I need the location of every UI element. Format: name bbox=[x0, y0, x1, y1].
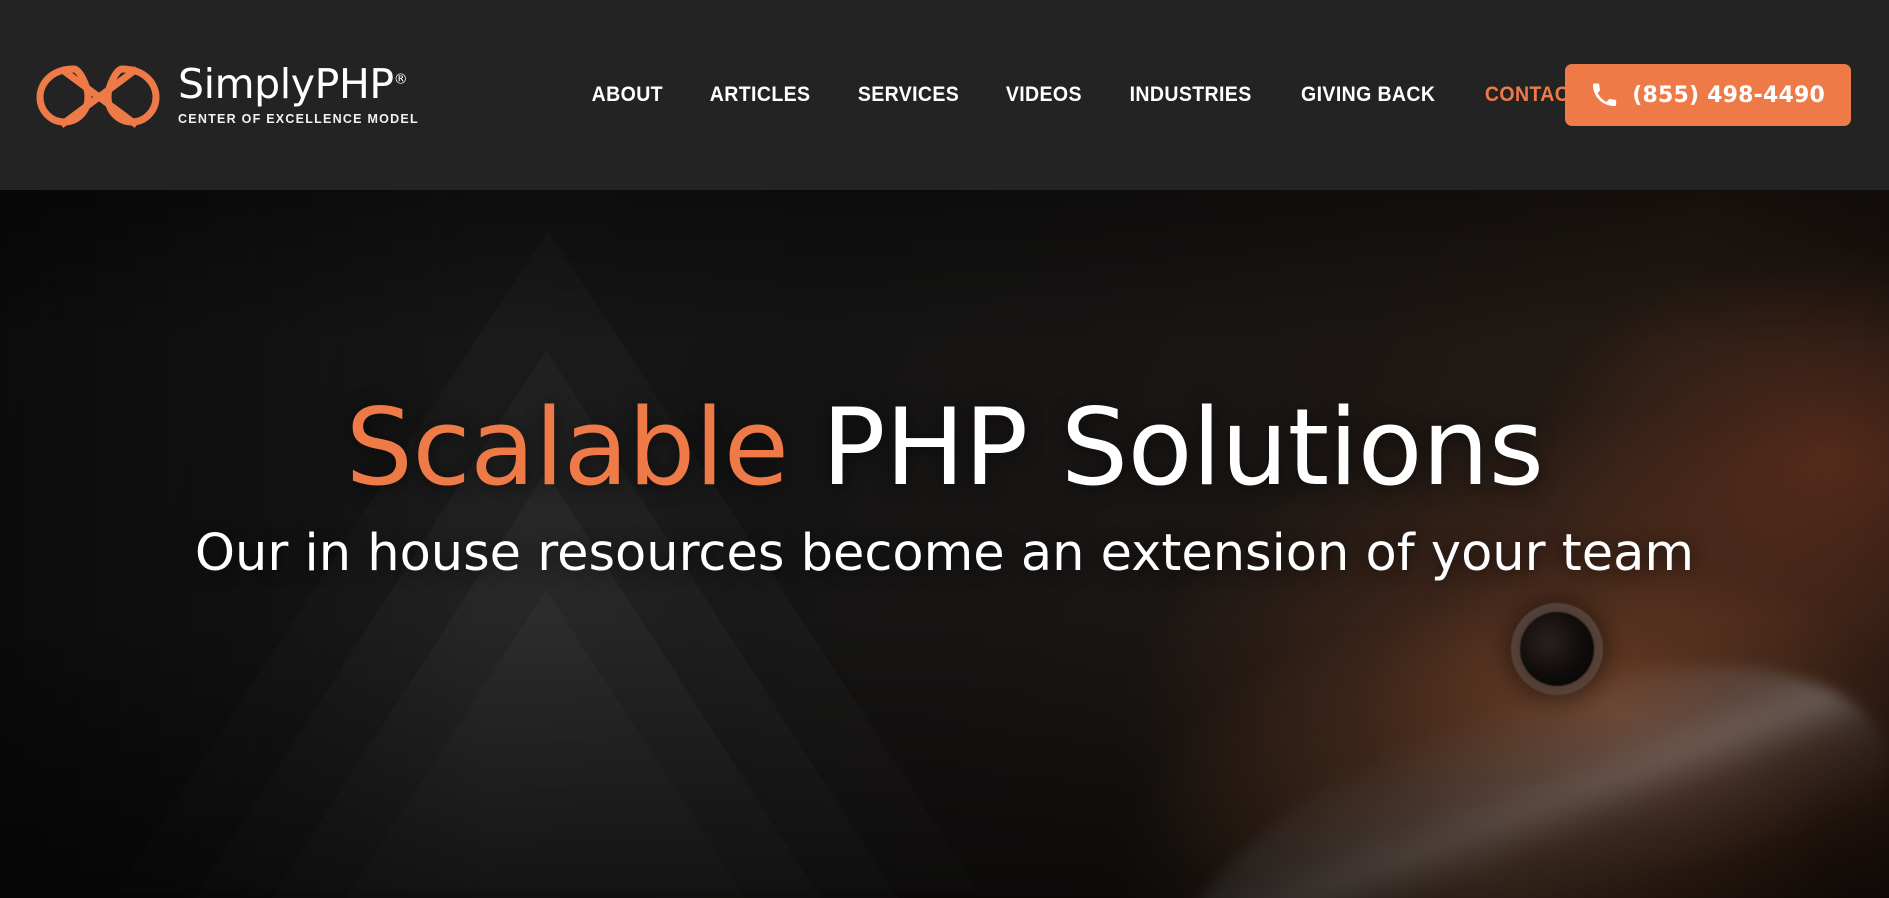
phone-handset-icon bbox=[1593, 83, 1617, 107]
brand-text: SimplyPHP® CENTER OF EXCELLENCE MODEL bbox=[178, 60, 419, 127]
nav-item-videos[interactable]: VIDEOS bbox=[987, 73, 1100, 117]
brand-name: SimplyPHP® bbox=[178, 60, 408, 108]
main-navigation: ABOUT ARTICLES SERVICES VIDEOS INDUSTRIE… bbox=[569, 73, 1640, 117]
site-header: SimplyPHP® CENTER OF EXCELLENCE MODEL AB… bbox=[0, 0, 1889, 190]
phone-number-label: (855) 498-4490 bbox=[1632, 82, 1825, 108]
hero-headline: Scalable PHP Solutions bbox=[346, 393, 1544, 502]
nav-item-services[interactable]: SERVICES bbox=[839, 73, 978, 117]
hero-section: Scalable PHP Solutions Our in house reso… bbox=[0, 190, 1889, 898]
nav-item-articles[interactable]: ARTICLES bbox=[691, 73, 829, 117]
phone-call-button[interactable]: (855) 498-4490 bbox=[1565, 64, 1851, 126]
registered-mark: ® bbox=[393, 71, 408, 88]
hero-subheadline: Our in house resources become an extensi… bbox=[194, 524, 1695, 584]
brand-tagline: CENTER OF EXCELLENCE MODEL bbox=[178, 112, 419, 126]
nav-item-industries[interactable]: INDUSTRIES bbox=[1111, 73, 1270, 117]
hero-headline-rest: PHP Solutions bbox=[788, 386, 1544, 509]
hero-headline-highlight: Scalable bbox=[345, 386, 789, 509]
nav-item-giving-back[interactable]: GIVING BACK bbox=[1282, 73, 1454, 117]
infinity-loop-icon bbox=[36, 65, 160, 128]
nav-item-about[interactable]: ABOUT bbox=[573, 73, 682, 117]
hero-content: Scalable PHP Solutions Our in house reso… bbox=[0, 190, 1889, 898]
page-root: SimplyPHP® CENTER OF EXCELLENCE MODEL AB… bbox=[0, 0, 1889, 898]
brand-logo-link[interactable]: SimplyPHP® CENTER OF EXCELLENCE MODEL bbox=[34, 59, 419, 131]
